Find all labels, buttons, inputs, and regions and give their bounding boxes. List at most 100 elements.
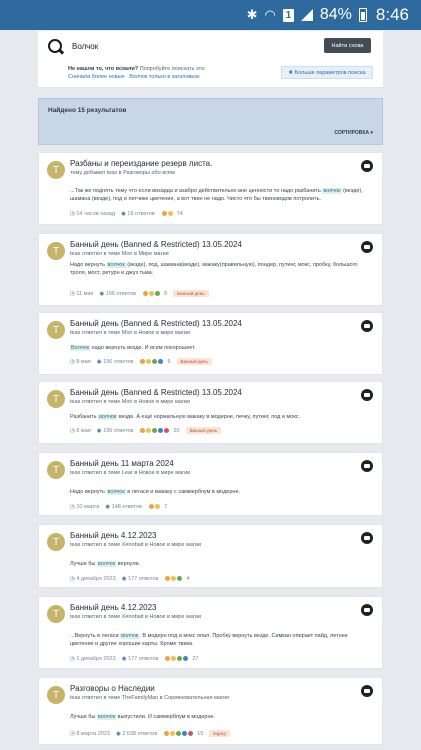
result-card[interactable]: T Банный день 11 марта 2024 teas ответил в… <box>38 452 383 516</box>
result-card[interactable]: T Банный день 4.12.2023 teas ответил в тем… <box>38 524 383 588</box>
reaction-count: 27 <box>192 655 199 662</box>
avatar[interactable]: T <box>47 605 65 623</box>
timestamp[interactable]: ◷ 1 декабря 2023 <box>70 656 116 662</box>
result-snippet: Волчок надо вернуть везде. И всем покоро… <box>70 344 370 352</box>
reactions[interactable]: 7 <box>147 503 168 510</box>
sort-label: СОРТИРОВКА <box>334 130 370 136</box>
search-input[interactable] <box>72 39 320 55</box>
avatar[interactable]: T <box>47 533 65 551</box>
reaction-icon <box>153 503 161 510</box>
replies-label: 177 ответов <box>128 575 159 582</box>
replies: ◉ 2 638 ответов <box>116 731 157 737</box>
reactions[interactable]: 5 <box>139 358 171 365</box>
more-search-params-button[interactable]: ✚ Больше параметров поиска <box>281 66 373 79</box>
timestamp[interactable]: ◷ 10 марта <box>70 504 99 510</box>
result-snippet: Разбанить волчок везде. А ещё нормальную… <box>70 413 370 421</box>
timestamp[interactable]: ◷ 4 декабря 2023 <box>70 576 116 582</box>
reactions[interactable]: 27 <box>164 655 199 662</box>
tag-badge[interactable]: Банный день <box>176 358 212 365</box>
timestamp[interactable]: ◷ 8 мая <box>70 359 91 365</box>
result-title[interactable]: Банный день (Banned & Restricted) 13.05.… <box>70 388 242 397</box>
search-again-button[interactable]: Найти снова <box>324 38 371 53</box>
suggestion-text: Попробуйте поискать это: <box>139 66 206 72</box>
reactions[interactable]: 20 <box>139 427 180 434</box>
clock-icon: ◷ <box>70 503 75 510</box>
reaction-count: 7 <box>163 503 168 510</box>
replies: ◉ 196 ответов <box>97 359 134 365</box>
result-title[interactable]: Банный день 4.12.2023 <box>70 603 157 612</box>
result-title[interactable]: Банный день 11 марта 2024 <box>70 459 174 468</box>
tag-badge[interactable]: Банный день <box>185 427 221 434</box>
newest-first-link[interactable]: Сначала более новые <box>68 74 125 80</box>
avatar[interactable]: T <box>47 390 65 408</box>
timestamp[interactable]: ◷ 8 марта 2023 <box>70 731 110 737</box>
result-card[interactable]: T Банный день (Banned & Restricted) 13.05… <box>38 312 383 375</box>
avatar[interactable]: T <box>47 321 65 339</box>
result-meta: ◷ 8 мая ◉ 196 ответов 5 Банный день <box>70 358 212 365</box>
comment-bubble-icon[interactable] <box>361 160 373 172</box>
tag-badge[interactable]: Банный день <box>173 290 209 297</box>
result-subtitle: teas ответил в теме Mori в Новое в мире … <box>70 399 190 405</box>
comment-bubble-icon[interactable] <box>361 604 373 616</box>
titles-only-link[interactable]: Волчок только в заголовках <box>129 74 200 80</box>
comment-bubble-icon[interactable] <box>361 460 373 472</box>
reactions[interactable]: 4 <box>164 575 189 582</box>
snippet-highlight: волчок <box>106 489 126 495</box>
result-title[interactable]: Банный день (Banned & Restricted) 13.05.… <box>70 240 242 249</box>
result-title[interactable]: Разговоры о Наследии <box>70 684 155 693</box>
result-snippet: Лучше бы волчок выпустили. И саммерблум … <box>70 713 370 721</box>
reactions[interactable]: 15 <box>163 730 203 737</box>
sort-button[interactable]: СОРТИРОВКА ▾ <box>334 130 373 136</box>
result-card[interactable]: T Банный день (Banned & Restricted) 13.05… <box>38 233 383 306</box>
timestamp[interactable]: ◷ 8 мая <box>70 428 91 434</box>
reactions[interactable]: 74 <box>160 210 183 217</box>
comment-bubble-icon[interactable] <box>361 389 373 401</box>
timestamp[interactable]: ◷ 11 мая <box>70 291 93 297</box>
result-subtitle: teas ответил в теме TheFamilyMan в Сорев… <box>70 695 230 701</box>
reaction-icon <box>154 290 162 297</box>
timestamp[interactable]: ◷ 14 часов назад <box>70 211 115 217</box>
snippet-pre: ...Так же поднять тему что если визарда … <box>70 188 323 194</box>
avatar[interactable]: T <box>47 686 65 704</box>
result-title[interactable]: Разбаны и переиздание резерв листа. <box>70 159 212 168</box>
comment-bubble-icon[interactable] <box>361 241 373 253</box>
result-subtitle: teas ответил в теме Mori в Мире магии <box>70 251 169 257</box>
result-card[interactable]: T Банный день (Banned & Restricted) 13.05… <box>38 381 383 444</box>
avatar[interactable]: T <box>47 161 65 179</box>
replies: ◉ 177 ответов <box>122 576 159 582</box>
result-snippet: ...Вернуть в легаси волчок. В модерн под… <box>70 632 370 648</box>
snippet-post: везде. А ещё нормальную макаку в модерне… <box>117 414 301 420</box>
comment-icon: ◉ <box>116 730 121 737</box>
comment-bubble-icon[interactable] <box>361 320 373 332</box>
snippet-pre: Надо вернуть <box>70 262 107 268</box>
result-meta: ◷ 4 декабря 2023 ◉ 177 ответов 4 <box>70 575 189 582</box>
reaction-count: 5 <box>167 358 171 365</box>
comment-bubble-icon[interactable] <box>361 685 373 697</box>
result-card[interactable]: T Разговоры о Наследии teas ответил в теме… <box>38 677 383 745</box>
replies-label: 148 ответов <box>111 503 142 510</box>
replies-label: 177 ответов <box>128 655 159 662</box>
replies-label: 196 ответов <box>103 358 134 365</box>
reactions[interactable]: 8 <box>142 290 167 297</box>
result-card[interactable]: T Банный день 4.12.2023 teas ответил в тем… <box>38 596 383 669</box>
result-snippet: Лучше бы волчок вернули. <box>70 560 370 568</box>
result-subtitle: teas ответил в теме Lear в Новое в мире … <box>70 470 191 476</box>
result-subtitle: teas ответил в теме Xenobait в Новое в м… <box>70 614 201 620</box>
result-title[interactable]: Банный день (Banned & Restricted) 13.05.… <box>70 319 242 328</box>
wifi-icon: ◠ <box>264 7 276 22</box>
comment-bubble-icon[interactable] <box>361 532 373 544</box>
tag-badge[interactable]: legacy <box>209 730 231 737</box>
avatar[interactable]: T <box>47 242 65 260</box>
result-card[interactable]: T Разбаны и переиздание резерв листа. тему… <box>38 152 383 225</box>
timestamp-label: 11 мая <box>76 290 94 297</box>
replies: ◉ 196 ответов <box>99 291 136 297</box>
clock-icon: ◷ <box>70 730 75 737</box>
comment-icon: ◉ <box>121 655 127 662</box>
replies: ◉ 177 ответов <box>122 656 159 662</box>
result-title[interactable]: Банный день 4.12.2023 <box>70 531 157 540</box>
avatar[interactable]: T <box>47 461 65 479</box>
comment-icon: ◉ <box>96 358 102 365</box>
comment-icon: ◉ <box>99 290 105 297</box>
reaction-icon <box>157 358 165 365</box>
bluetooth-icon: ✱ <box>246 7 258 22</box>
